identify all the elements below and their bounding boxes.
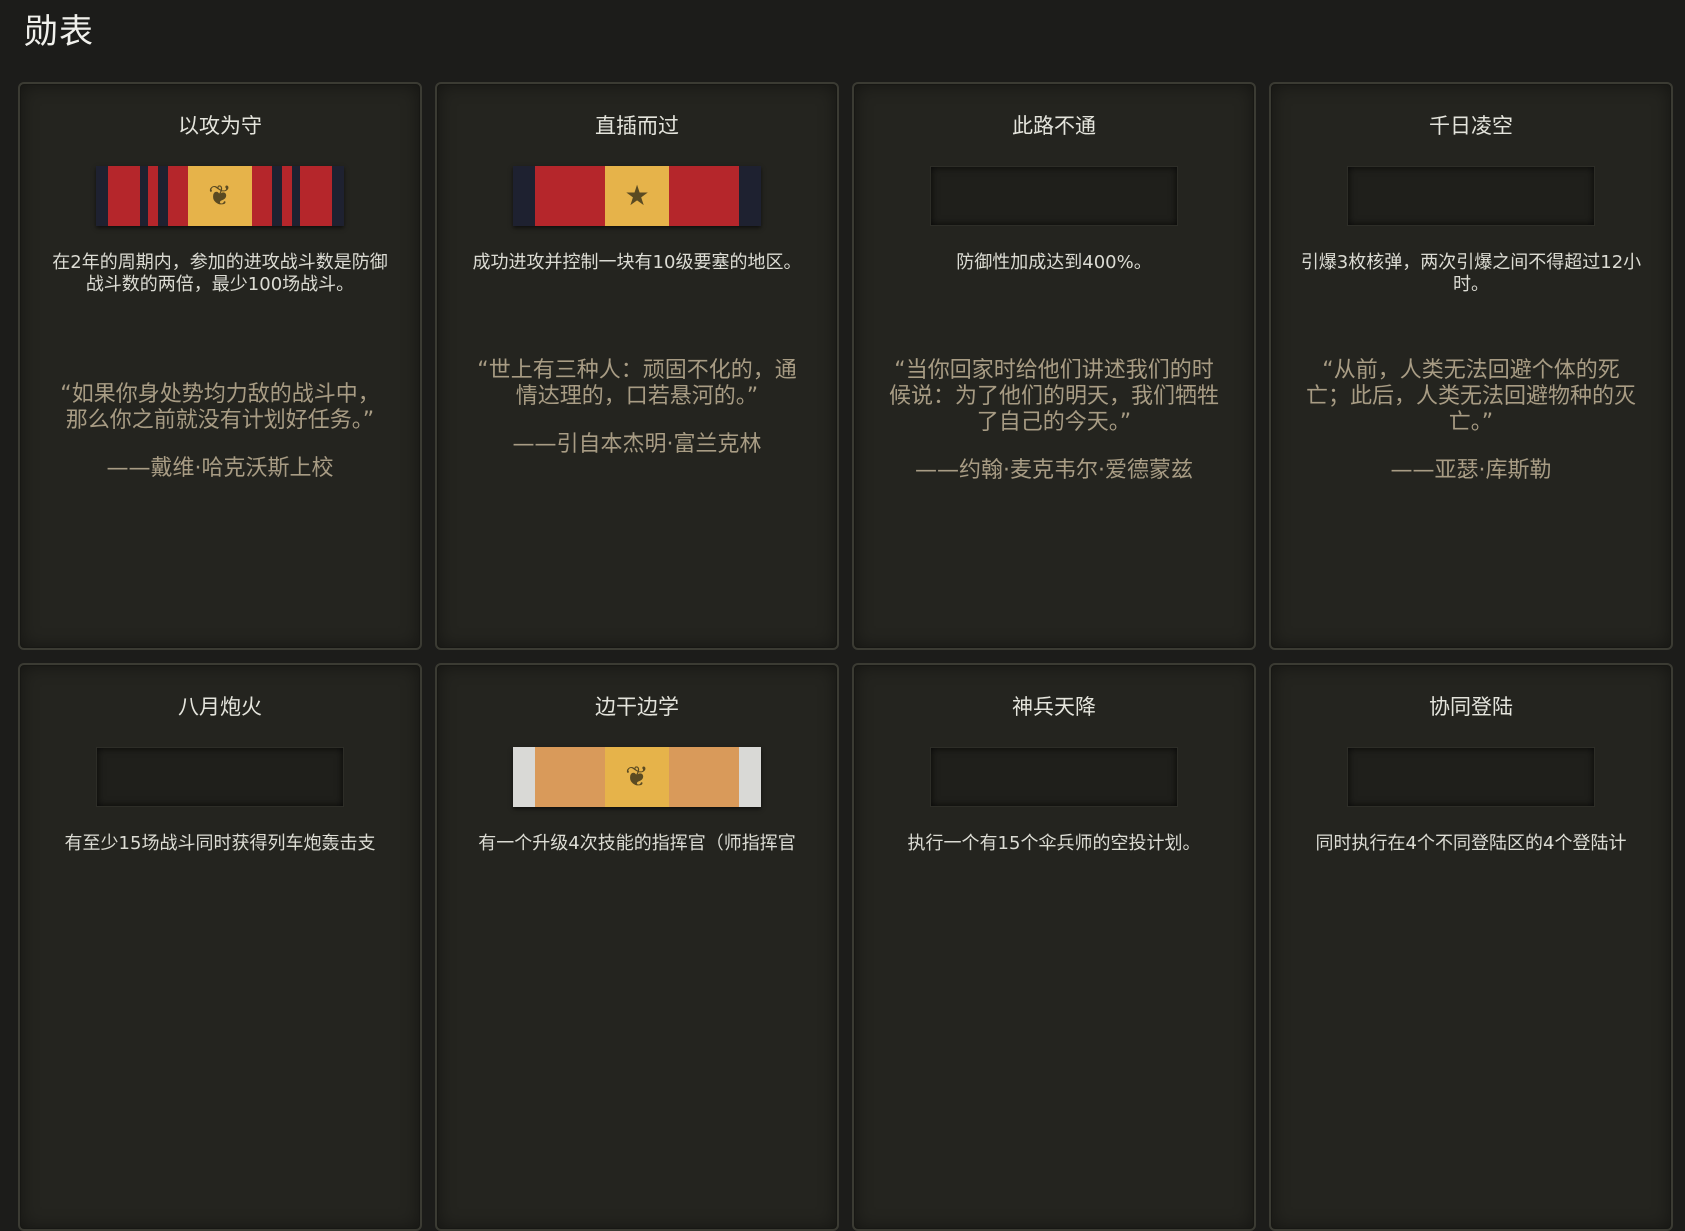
- quote-author: ——亚瑟·库斯勒: [1390, 458, 1552, 483]
- oak-leaf-icon: ❦: [208, 179, 232, 212]
- ribbon-grid: 以攻为守 ❦ 在2年的周期内，参加的进攻战斗数是防御战斗数的两倍，最少100场战…: [18, 82, 1673, 1231]
- ribbon-quote: “世上有三种人：顽固不化的，通情达理的，口若悬河的。” ——引自本杰明·富兰克林: [467, 358, 807, 458]
- locked-ribbon-slot: [1347, 166, 1595, 226]
- ribbon-description: 同时执行在4个不同登陆区的4个登陆计: [1315, 833, 1627, 854]
- ribbon-card[interactable]: 神兵天降 执行一个有15个伞兵师的空投计划。: [852, 663, 1256, 1231]
- quote-text: “当你回家时给他们讲述我们的时候说：为了他们的明天，我们牺牲了自己的今天。”: [888, 358, 1219, 435]
- ribbon-title: 千日凌空: [1429, 114, 1513, 138]
- ribbon-card[interactable]: 此路不通 防御性加成达到400%。 “当你回家时给他们讲述我们的时候说：为了他们…: [852, 82, 1256, 650]
- quote-author: ——引自本杰明·富兰克林: [512, 432, 762, 457]
- ribbon-card[interactable]: 协同登陆 同时执行在4个不同登陆区的4个登陆计: [1269, 663, 1673, 1231]
- ribbon-card[interactable]: 直插而过 ★ 成功进攻并控制一块有10级要塞的地区。 “世上有三种人：顽固不化的…: [435, 82, 839, 650]
- ribbon-description: 有一个升级4次技能的指挥官（师指挥官: [478, 833, 796, 854]
- ribbon-image: ❦: [513, 747, 761, 807]
- locked-ribbon-slot: [930, 166, 1178, 226]
- ribbon-title: 神兵天降: [1012, 695, 1096, 719]
- ribbon-quote: “当你回家时给他们讲述我们的时候说：为了他们的明天，我们牺牲了自己的今天。” —…: [884, 358, 1224, 484]
- ribbon-card[interactable]: 千日凌空 引爆3枚核弹，两次引爆之间不得超过12小时。 “从前，人类无法回避个体…: [1269, 82, 1673, 650]
- locked-ribbon-slot: [96, 747, 344, 807]
- ribbon-description: 执行一个有15个伞兵师的空投计划。: [907, 833, 1201, 854]
- oak-leaf-icon: ❦: [625, 760, 649, 793]
- ribbon-description: 在2年的周期内，参加的进攻战斗数是防御战斗数的两倍，最少100场战斗。: [52, 252, 388, 295]
- quote-text: “从前，人类无法回避个体的死亡；此后，人类无法回避物种的灭亡。”: [1305, 358, 1636, 435]
- ribbon-description: 防御性加成达到400%。: [956, 252, 1152, 273]
- ribbon-card[interactable]: 边干边学 ❦ 有一个升级4次技能的指挥官（师指挥官: [435, 663, 839, 1231]
- ribbon-card[interactable]: 以攻为守 ❦ 在2年的周期内，参加的进攻战斗数是防御战斗数的两倍，最少100场战…: [18, 82, 422, 650]
- quote-text: “世上有三种人：顽固不化的，通情达理的，口若悬河的。”: [477, 358, 797, 409]
- ribbon-card[interactable]: 八月炮火 有至少15场战斗同时获得列车炮轰击支: [18, 663, 422, 1231]
- ribbon-title: 直插而过: [595, 114, 679, 138]
- star-icon: ★: [624, 179, 650, 212]
- ribbon-quote: “如果你身处势均力敌的战斗中，那么你之前就没有计划好任务。” ——戴维·哈克沃斯…: [50, 382, 390, 482]
- page-title: 勋表: [24, 12, 94, 52]
- ribbon-title: 此路不通: [1012, 114, 1096, 138]
- quote-author: ——戴维·哈克沃斯上校: [106, 456, 334, 481]
- quote-author: ——约翰·麦克韦尔·爱德蒙兹: [915, 458, 1193, 483]
- ribbon-title: 以攻为守: [178, 114, 262, 138]
- ribbon-title: 八月炮火: [178, 695, 262, 719]
- locked-ribbon-slot: [930, 747, 1178, 807]
- ribbon-quote: “从前，人类无法回避个体的死亡；此后，人类无法回避物种的灭亡。” ——亚瑟·库斯…: [1301, 358, 1641, 484]
- ribbon-description: 引爆3枚核弹，两次引爆之间不得超过12小时。: [1300, 252, 1642, 295]
- ribbon-image: ❦: [96, 166, 344, 226]
- ribbon-description: 有至少15场战斗同时获得列车炮轰击支: [64, 833, 376, 854]
- ribbon-title: 边干边学: [595, 695, 679, 719]
- ribbon-description: 成功进攻并控制一块有10级要塞的地区。: [472, 252, 802, 273]
- ribbon-title: 协同登陆: [1429, 695, 1513, 719]
- locked-ribbon-slot: [1347, 747, 1595, 807]
- quote-text: “如果你身处势均力敌的战斗中，那么你之前就没有计划好任务。”: [60, 382, 380, 433]
- ribbon-image: ★: [513, 166, 761, 226]
